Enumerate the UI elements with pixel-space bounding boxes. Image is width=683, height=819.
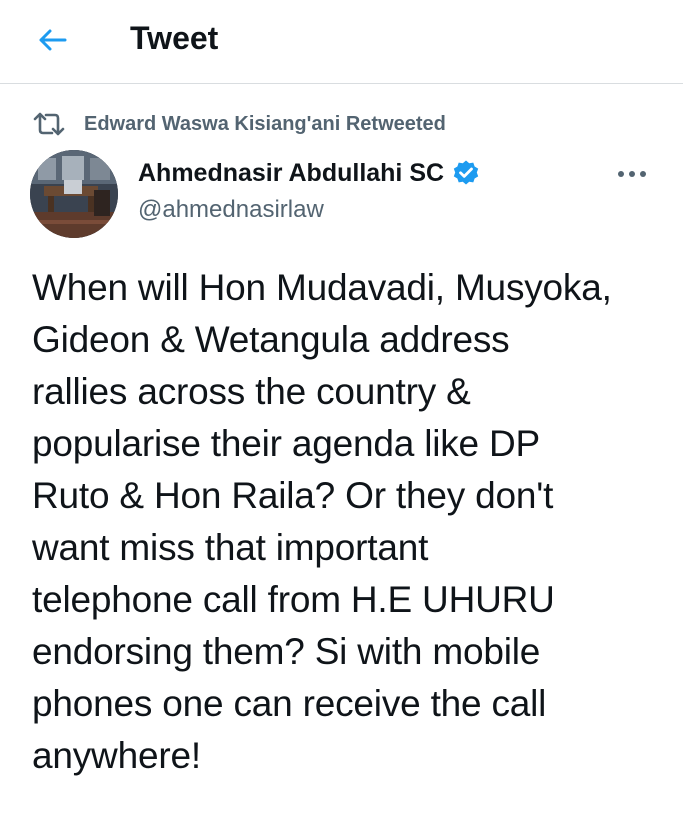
author-name-row[interactable]: Ahmednasir Abdullahi SC	[138, 156, 480, 190]
more-options-icon	[618, 171, 646, 177]
author-handle[interactable]: @ahmednasirlaw	[138, 194, 324, 226]
back-arrow-icon	[39, 29, 67, 51]
author-name[interactable]: Ahmednasir Abdullahi SC	[138, 156, 444, 190]
retweet-icon	[32, 110, 68, 138]
retweeted-by-label: Edward Waswa Kisiang'ani Retweeted	[84, 113, 446, 135]
page-title: Tweet	[130, 20, 219, 56]
avatar[interactable]	[30, 150, 118, 238]
verified-badge-icon	[452, 159, 480, 187]
more-options-button[interactable]	[612, 156, 652, 192]
retweet-context[interactable]: Edward Waswa Kisiang'ani Retweeted	[32, 110, 446, 138]
top-bar: Tweet	[0, 0, 683, 84]
back-button[interactable]	[30, 20, 74, 60]
tweet-text: When will Hon Mudavadi, Musyoka, Gideon …	[32, 267, 612, 776]
